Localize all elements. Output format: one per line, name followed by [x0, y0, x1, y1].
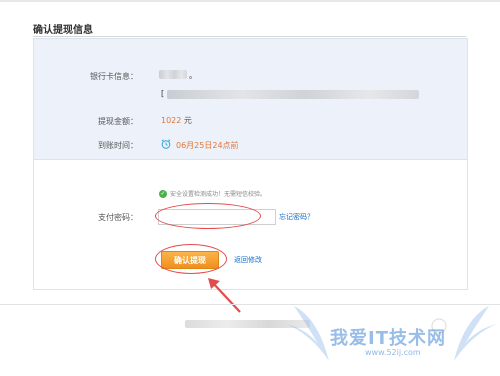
alarm-clock-icon: [161, 139, 171, 149]
bank-account-prefix: [: [161, 89, 165, 98]
watermark-url: www.52ij.com: [365, 348, 421, 357]
password-highlight-ring: [155, 203, 261, 229]
bank-name-suffix: 。: [189, 71, 197, 80]
withdraw-info-panel: 银行卡信息： 。 [ 提现金额： 1022 元 到账时间： 06月25日24点前: [34, 39, 467, 160]
withdraw-confirm-card: 银行卡信息： 。 [ 提现金额： 1022 元 到账时间： 06月25日24点前…: [33, 38, 468, 290]
amount-label: 提现金额：: [98, 117, 138, 126]
button-highlight-ring: [155, 244, 227, 274]
arrival-time-value: 06月25日24点前: [176, 141, 239, 150]
amount-unit: 元: [183, 116, 192, 125]
page-title: 确认提现信息: [33, 25, 93, 36]
bank-account-redacted: [167, 90, 419, 99]
password-label: 支付密码：: [98, 213, 138, 222]
title-divider: [33, 36, 466, 37]
bank-name-redacted: [159, 70, 187, 79]
watermark-text: 我爱IT技术网: [330, 328, 446, 349]
arrival-time-label: 到账时间：: [98, 141, 138, 150]
back-to-edit-link[interactable]: 返回修改: [234, 255, 262, 265]
amount-value: 1022: [161, 116, 182, 125]
security-notice: ✓ 安全设置检测成功！无需短信校验。: [159, 189, 266, 198]
security-notice-text: 安全设置检测成功！无需短信校验。: [170, 191, 267, 198]
forgot-password-link[interactable]: 忘记密码？: [279, 212, 314, 222]
check-circle-icon: ✓: [159, 189, 167, 198]
amount-display: 1022 元: [161, 115, 192, 126]
bank-card-label: 银行卡信息：: [90, 72, 138, 81]
top-border: [0, 0, 500, 2]
annotation-arrow-icon: [208, 278, 241, 313]
